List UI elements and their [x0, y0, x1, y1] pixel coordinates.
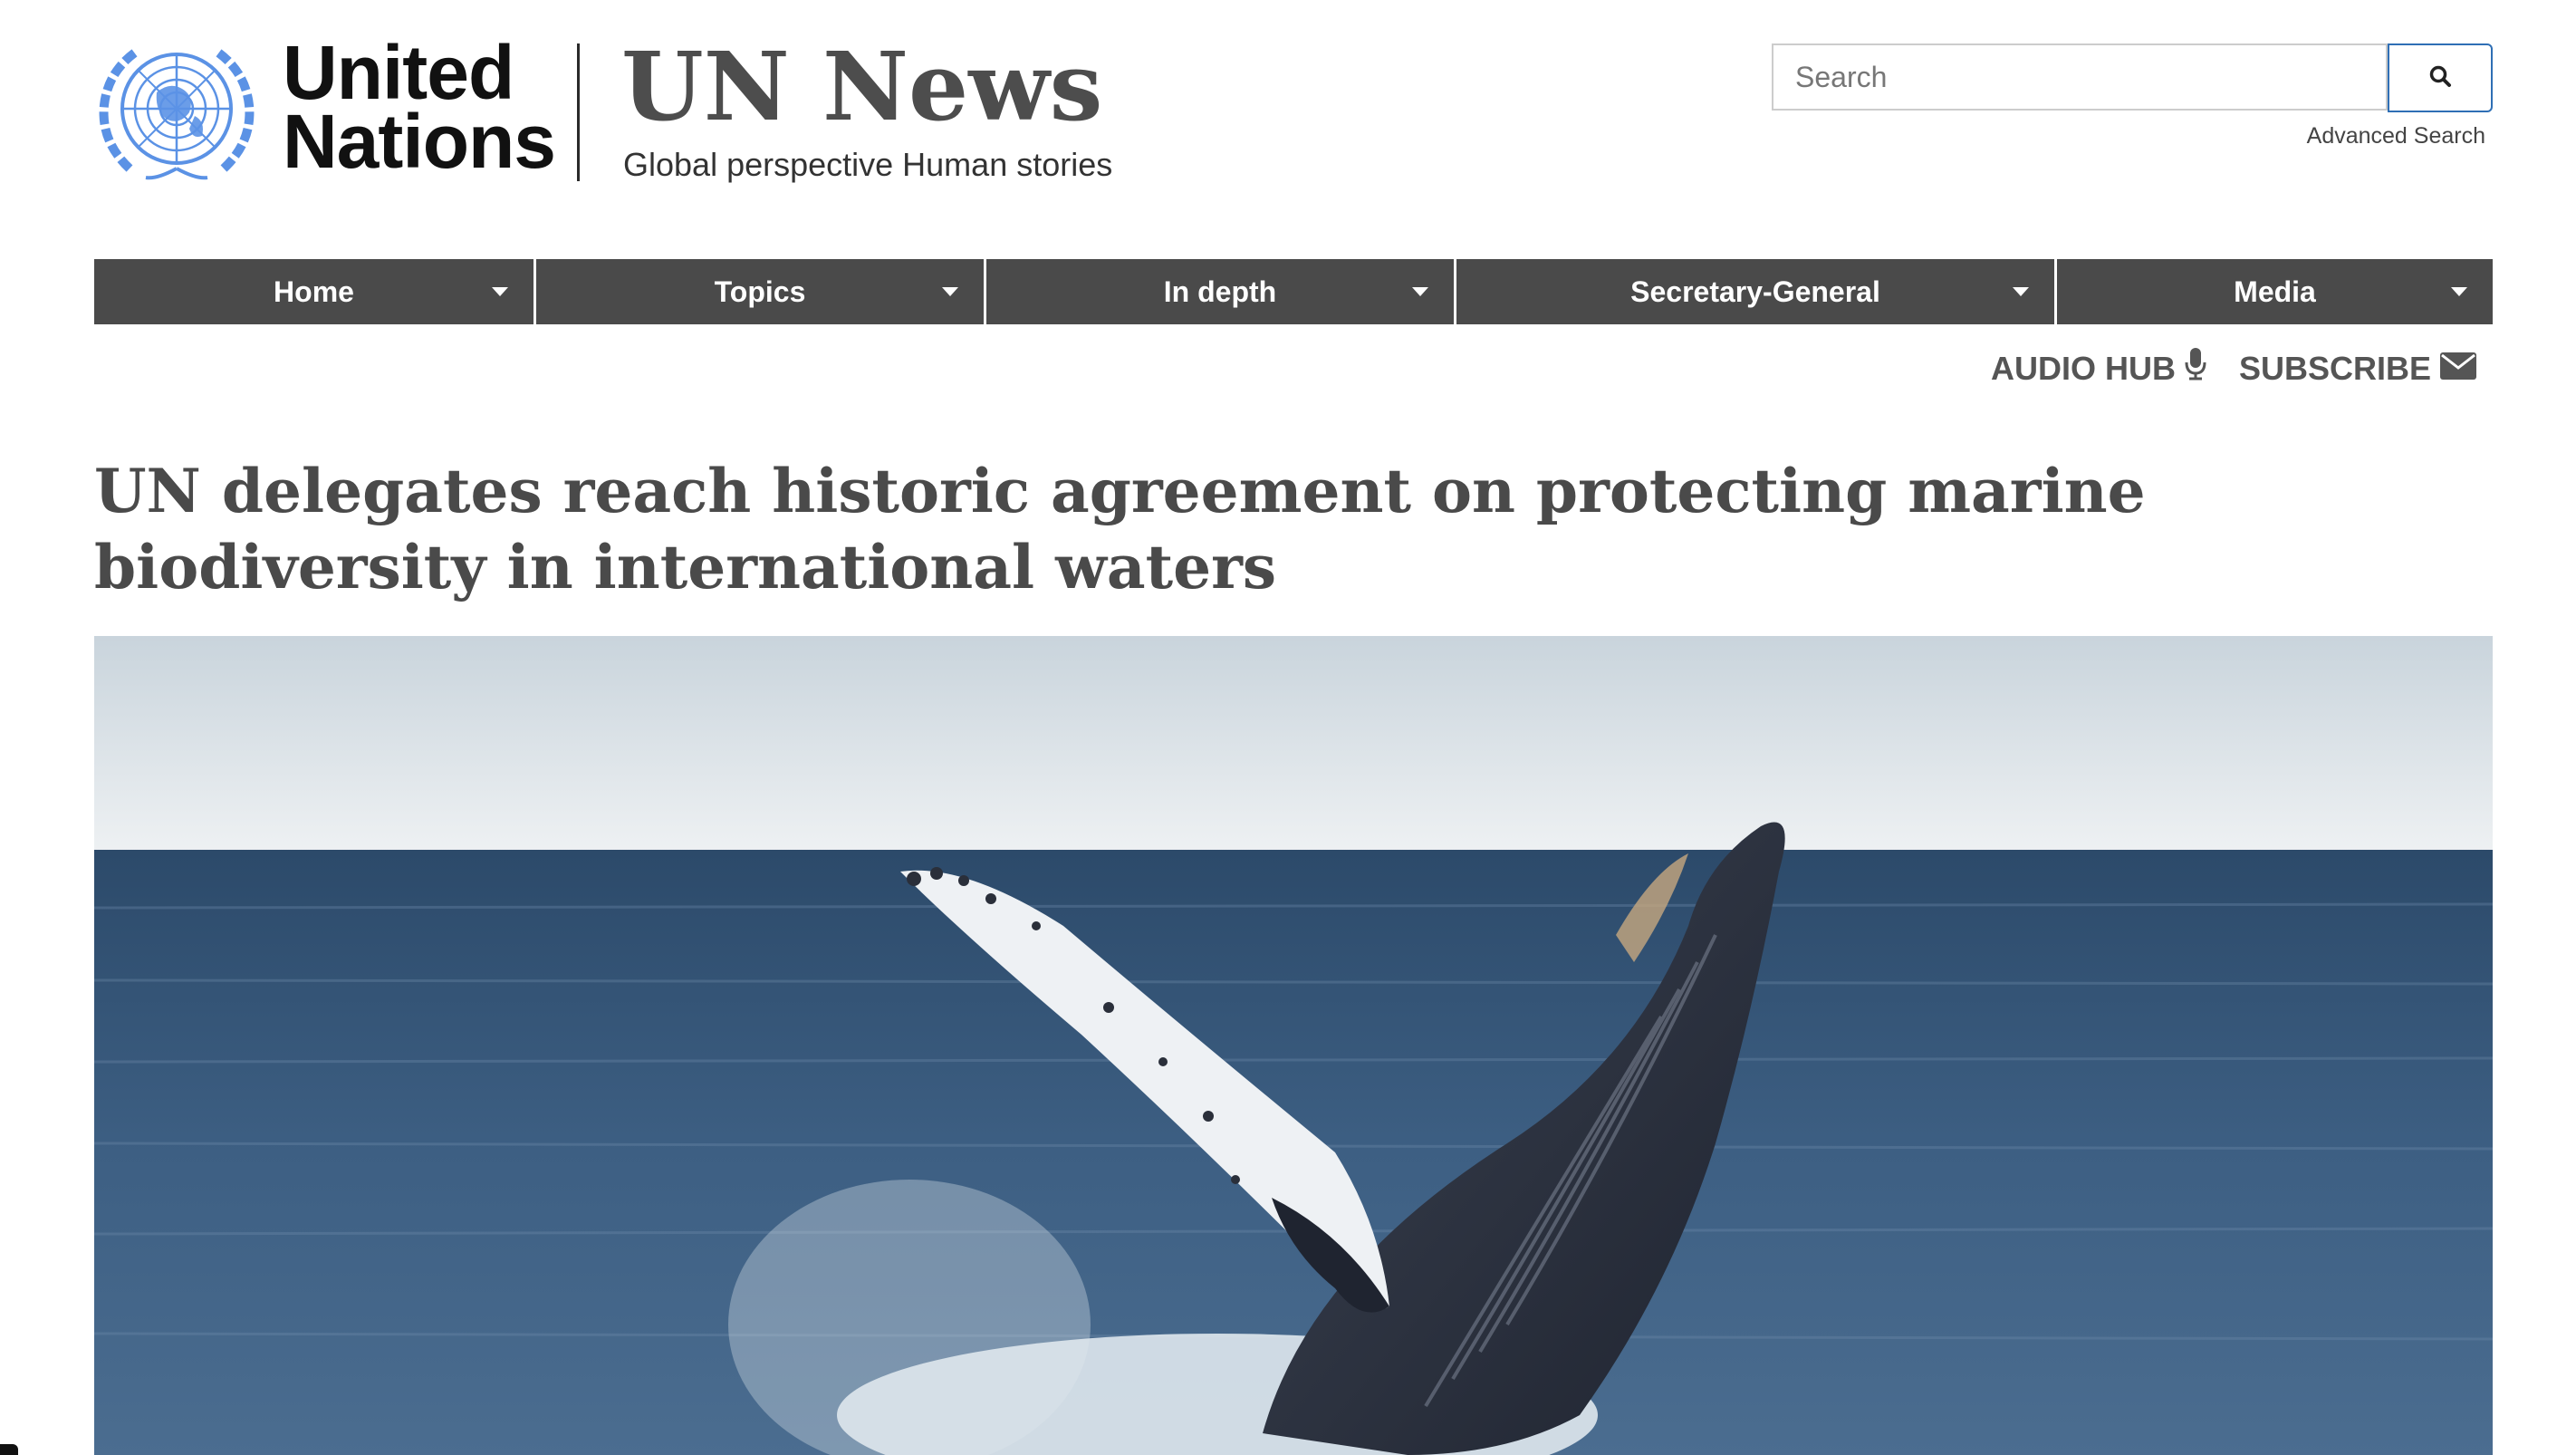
page-edge-mark — [0, 1444, 18, 1455]
search-button[interactable] — [2388, 43, 2493, 112]
microphone-icon — [2185, 348, 2206, 389]
chevron-down-icon[interactable] — [942, 287, 958, 296]
audio-hub-label: AUDIO HUB — [1990, 349, 2176, 387]
subscribe-link[interactable]: SUBSCRIBE — [2239, 350, 2476, 388]
chevron-down-icon[interactable] — [2013, 287, 2029, 296]
nav-item-label: Secretary-General — [1630, 275, 1880, 308]
site-title[interactable]: UN News — [621, 33, 1102, 141]
nav-item-label: Media — [2234, 275, 2316, 308]
un-emblem-icon[interactable] — [93, 42, 260, 185]
audio-hub-link[interactable]: AUDIO HUB — [1991, 348, 2206, 389]
nav-item-media[interactable]: Media — [2057, 259, 2493, 324]
nav-item-in-depth[interactable]: In depth — [986, 259, 1454, 324]
search-icon — [2428, 64, 2452, 92]
org-name-line2: Nations — [283, 99, 556, 184]
site-tagline: Global perspective Human stories — [623, 146, 1113, 183]
nav-item-home[interactable]: Home — [94, 259, 533, 324]
org-name-line1: United — [283, 30, 514, 115]
main-nav: Home Topics In depth Secretary-General M… — [94, 259, 2493, 324]
search-input[interactable] — [1772, 43, 2388, 111]
utility-links: AUDIO HUB SUBSCRIBE — [1991, 348, 2476, 389]
nav-item-secretary-general[interactable]: Secretary-General — [1456, 259, 2054, 324]
chevron-down-icon[interactable] — [2451, 287, 2467, 296]
brand-divider — [577, 43, 580, 181]
nav-item-topics[interactable]: Topics — [536, 259, 984, 324]
united-nations-wordmark[interactable]: United Nations — [283, 30, 556, 184]
nav-item-label: Topics — [714, 275, 806, 308]
hero-image-whale — [94, 636, 2493, 1455]
nav-item-label: In depth — [1163, 275, 1277, 308]
chevron-down-icon[interactable] — [492, 287, 508, 296]
nav-item-label: Home — [274, 275, 354, 308]
subscribe-label: SUBSCRIBE — [2238, 349, 2431, 387]
advanced-search-link[interactable]: Advanced Search — [2307, 123, 2485, 149]
chevron-down-icon[interactable] — [1412, 287, 1428, 296]
article-title: UN delegates reach historic agreement on… — [94, 456, 2146, 602]
envelope-icon — [2440, 350, 2476, 388]
